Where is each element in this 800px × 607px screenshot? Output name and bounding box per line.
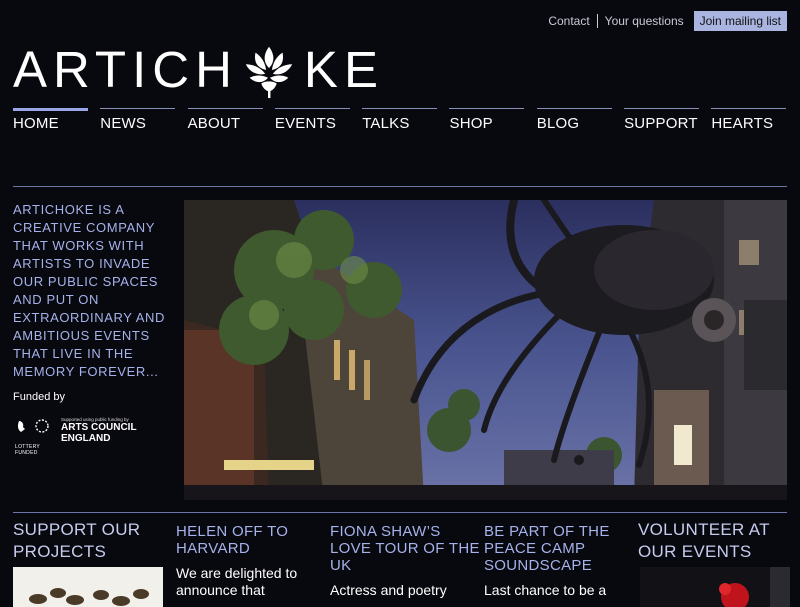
seeds-thumbnail[interactable] — [13, 567, 163, 607]
volunteer-thumbnail[interactable] — [640, 567, 790, 607]
nav-item-events[interactable]: EVENTS — [274, 108, 350, 132]
nav-item-about[interactable]: ABOUT — [187, 108, 263, 132]
news-column-harvard: HELEN OFF TO HARVARD We are delighted to… — [176, 523, 331, 599]
intro-text: ARTICHOKE IS A CREATIVE COMPANY THAT WOR… — [13, 202, 166, 379]
column-body: We are delighted to announce that — [176, 565, 298, 598]
column-heading[interactable]: FIONA SHAW’S LOVE TOUR OF THE UK — [330, 523, 485, 574]
divider — [596, 14, 598, 28]
column-heading[interactable]: HELEN OFF TO HARVARD — [176, 523, 331, 557]
site-logo[interactable]: ARTICH KE — [13, 40, 384, 99]
lottery-icon: LOTTERY FUNDED — [15, 417, 55, 456]
nav-item-home[interactable]: HOME — [13, 108, 88, 132]
hero-image[interactable] — [184, 200, 787, 500]
nav-item-talks[interactable]: TALKS — [362, 108, 438, 132]
arts-council-logo[interactable]: LOTTERY FUNDED Supported using public fu… — [15, 417, 137, 456]
contact-link[interactable]: Contact — [548, 14, 589, 28]
column-heading[interactable]: BE PART OF THE PEACE CAMP SOUNDSCAPE — [484, 523, 639, 574]
ac-line-1: ARTS COUNCIL — [61, 422, 137, 433]
your-questions-link[interactable]: Your questions — [605, 14, 684, 28]
nav-item-news[interactable]: NEWS — [100, 108, 176, 132]
logo-text-right: KE — [303, 41, 384, 98]
column-body: Last chance to be a — [484, 582, 607, 598]
column-heading[interactable]: VOLUNTEER AT OUR EVENTS — [638, 519, 793, 563]
support-projects-column: SUPPORT OUR PROJECTS — [13, 519, 168, 563]
nav-item-blog[interactable]: BLOG — [536, 108, 612, 132]
main-nav: HOME NEWS ABOUT EVENTS TALKS SHOP BLOG S… — [13, 108, 787, 132]
divider — [13, 186, 787, 187]
column-heading[interactable]: SUPPORT OUR PROJECTS — [13, 519, 168, 563]
news-column-peace-camp: BE PART OF THE PEACE CAMP SOUNDSCAPE Las… — [484, 523, 639, 599]
nav-item-hearts[interactable]: HEARTS — [711, 108, 787, 132]
divider — [13, 512, 787, 513]
funded-by-label: Funded by — [13, 391, 65, 403]
artichoke-icon — [245, 46, 293, 98]
column-body: Actress and poetry — [330, 582, 447, 598]
nav-item-shop[interactable]: SHOP — [449, 108, 525, 132]
utility-links: Contact Your questions Join mailing list — [548, 11, 787, 31]
ac-line-2: ENGLAND — [61, 433, 111, 444]
volunteer-column: VOLUNTEER AT OUR EVENTS — [638, 519, 793, 563]
logo-text-left: ARTICH — [13, 41, 238, 98]
join-mailing-list-button[interactable]: Join mailing list — [693, 11, 787, 31]
lottery-funded-label: LOTTERY FUNDED — [15, 444, 40, 456]
news-column-fiona-shaw: FIONA SHAW’S LOVE TOUR OF THE UK Actress… — [330, 523, 485, 599]
nav-item-support[interactable]: SUPPORT — [624, 108, 700, 132]
